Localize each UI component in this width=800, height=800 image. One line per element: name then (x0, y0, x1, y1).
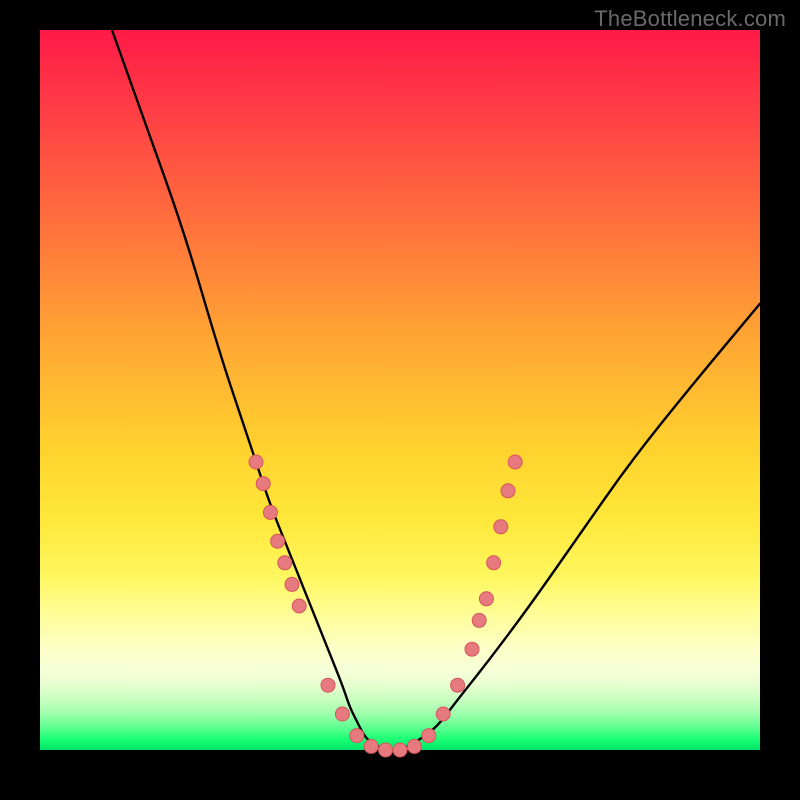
marker-dot (285, 577, 299, 591)
plot-area (40, 30, 760, 750)
marker-dot (479, 592, 493, 606)
marker-dot (393, 743, 407, 757)
marker-dot (465, 642, 479, 656)
marker-dot (508, 455, 522, 469)
marker-dot (292, 599, 306, 613)
chart-frame: TheBottleneck.com (0, 0, 800, 800)
marker-dot (271, 534, 285, 548)
marker-dot (278, 556, 292, 570)
watermark-text: TheBottleneck.com (594, 6, 786, 32)
curve-layer (40, 30, 760, 750)
marker-dot (350, 729, 364, 743)
marker-dots-group (249, 455, 522, 757)
bottleneck-curve (112, 30, 760, 750)
marker-dot (249, 455, 263, 469)
marker-dot (422, 729, 436, 743)
marker-dot (379, 743, 393, 757)
marker-dot (263, 505, 277, 519)
marker-dot (335, 707, 349, 721)
marker-dot (494, 520, 508, 534)
marker-dot (321, 678, 335, 692)
marker-dot (364, 739, 378, 753)
marker-dot (472, 613, 486, 627)
marker-dot (501, 484, 515, 498)
marker-dot (407, 739, 421, 753)
marker-dot (487, 556, 501, 570)
marker-dot (451, 678, 465, 692)
marker-dot (256, 477, 270, 491)
marker-dot (436, 707, 450, 721)
